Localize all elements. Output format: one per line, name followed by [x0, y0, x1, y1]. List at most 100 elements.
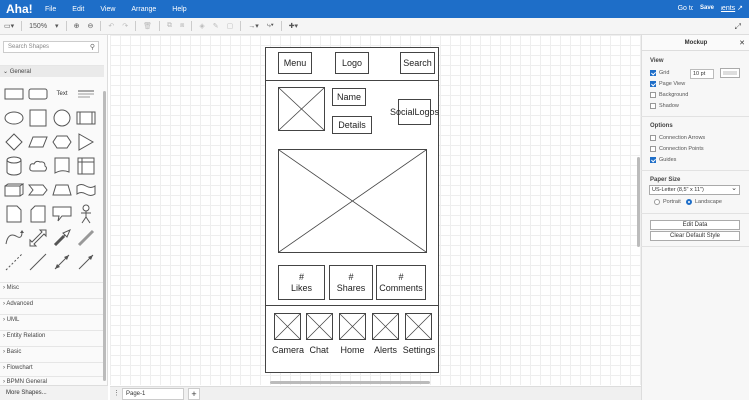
zoom-level[interactable]: 150%	[25, 23, 51, 30]
home-nav-icon[interactable]	[339, 313, 366, 340]
delete-icon[interactable]: 🗑	[139, 22, 156, 30]
section-entity-relation[interactable]: › Entity Relation	[0, 330, 104, 342]
step-shape[interactable]	[27, 179, 49, 201]
curved-arrow-shape[interactable]	[3, 227, 25, 249]
rectangle-shape[interactable]	[3, 83, 25, 105]
mockup-comments-box[interactable]: # Comments	[376, 265, 426, 300]
fullscreen-icon[interactable]: ⤢	[735, 22, 741, 32]
panel-scrollbar[interactable]	[637, 157, 640, 247]
search-icon[interactable]: ⚲	[90, 43, 95, 51]
phone-mockup[interactable]: Menu Logo Search Name Details Social Log…	[265, 47, 439, 373]
menu-edit[interactable]: Edit	[72, 6, 84, 13]
page-menu-icon[interactable]: ⋮	[113, 389, 120, 397]
shadow-checkbox[interactable]	[650, 103, 656, 109]
textbox-shape[interactable]	[75, 83, 97, 105]
card-shape[interactable]	[27, 203, 49, 225]
dashed-line-shape[interactable]	[3, 251, 25, 273]
edit-data-button[interactable]: Edit Data	[650, 220, 740, 230]
page-view-toggle-icon[interactable]: ▭▾	[0, 22, 18, 30]
section-basic[interactable]: › Basic	[0, 346, 104, 358]
callout-shape[interactable]	[51, 203, 73, 225]
page-view-checkbox[interactable]	[650, 81, 656, 87]
mockup-name-field[interactable]: Name	[332, 88, 366, 106]
actor-shape[interactable]	[75, 203, 97, 225]
guides-option[interactable]: Guides	[650, 157, 676, 163]
mockup-search-button[interactable]: Search	[400, 52, 435, 74]
square-shape[interactable]	[27, 107, 49, 129]
section-misc[interactable]: › Misc	[0, 282, 104, 294]
menu-file[interactable]: File	[45, 6, 56, 13]
section-general[interactable]: ⌄ General	[0, 65, 104, 77]
insert-icon[interactable]: ✚▾	[285, 22, 302, 30]
tape-shape[interactable]	[75, 179, 97, 201]
canvas-horizontal-scrollbar[interactable]	[270, 381, 430, 384]
menu-view[interactable]: View	[100, 6, 115, 13]
search-shapes-input[interactable]: Search Shapes ⚲	[3, 41, 99, 53]
mockup-menu-button[interactable]: Menu	[278, 52, 312, 74]
close-icon[interactable]: ✕	[739, 39, 745, 47]
double-arrow-line-shape[interactable]	[51, 251, 73, 273]
note-shape[interactable]	[3, 203, 25, 225]
section-uml[interactable]: › UML	[0, 314, 104, 326]
mockup-logo-box[interactable]: Logo	[335, 52, 369, 74]
background-option[interactable]: Background	[650, 92, 688, 98]
mockup-details-field[interactable]: Details	[332, 116, 372, 134]
clear-default-style-button[interactable]: Clear Default Style	[650, 231, 740, 241]
camera-nav-icon[interactable]	[274, 313, 301, 340]
waypoint-style-icon[interactable]: ⤷▾	[263, 22, 278, 30]
undo-icon[interactable]: ↶	[104, 22, 118, 30]
grid-color-swatch[interactable]	[720, 68, 740, 78]
page-tab-1[interactable]: Page-1	[122, 388, 184, 400]
fill-color-icon[interactable]: ◈	[195, 22, 208, 30]
add-page-button[interactable]: +	[188, 388, 200, 400]
connection-arrows-checkbox[interactable]	[650, 135, 656, 141]
mockup-likes-box[interactable]: # Likes	[278, 265, 325, 300]
to-back-icon[interactable]: ⧈	[176, 22, 188, 30]
mockup-shares-box[interactable]: # Shares	[329, 265, 373, 300]
grid-checkbox[interactable]	[650, 70, 656, 76]
hexagon-shape[interactable]	[51, 131, 73, 153]
menu-arrange[interactable]: Arrange	[131, 6, 156, 13]
sidebar-scrollbar[interactable]	[103, 91, 106, 381]
mockup-social-logos[interactable]: Social Logos	[390, 99, 439, 125]
shadow-option[interactable]: Shadow	[650, 103, 679, 109]
arrow-line-shape[interactable]	[75, 251, 97, 273]
line-color-icon[interactable]: ✎	[209, 22, 223, 30]
settings-nav-icon[interactable]	[405, 313, 432, 340]
document-shape[interactable]	[51, 155, 73, 177]
thick-line-shape[interactable]	[75, 227, 97, 249]
block-arrow-shape[interactable]	[51, 227, 73, 249]
section-advanced[interactable]: › Advanced	[0, 298, 104, 310]
shadow-icon[interactable]: ▢	[223, 22, 238, 30]
save-button[interactable]: Save	[692, 3, 721, 13]
text-shape[interactable]: Text	[51, 83, 73, 105]
paper-size-select[interactable]: US-Letter (8,5" x 11")	[649, 184, 740, 195]
bidirectional-arrow-shape[interactable]	[27, 227, 49, 249]
connection-points-checkbox[interactable]	[650, 146, 656, 152]
zoom-in-icon[interactable]: ⊕	[70, 22, 84, 30]
section-flowchart[interactable]: › Flowchart	[0, 362, 104, 374]
trapezoid-shape[interactable]	[51, 179, 73, 201]
redo-icon[interactable]: ↷	[118, 22, 132, 30]
cloud-shape[interactable]	[27, 155, 49, 177]
chat-nav-icon[interactable]	[306, 313, 333, 340]
menu-help[interactable]: Help	[172, 6, 186, 13]
triangle-shape[interactable]	[75, 131, 97, 153]
zoom-dropdown-icon[interactable]: ▾	[51, 22, 63, 30]
page-view-option[interactable]: Page View	[650, 81, 685, 87]
to-front-icon[interactable]: ⧉	[163, 22, 176, 30]
line-shape[interactable]	[27, 251, 49, 273]
ellipse-shape[interactable]	[3, 107, 25, 129]
zoom-out-icon[interactable]: ⊖	[83, 22, 97, 30]
cylinder-shape[interactable]	[3, 155, 25, 177]
main-placeholder-image[interactable]	[278, 149, 427, 253]
alerts-nav-icon[interactable]	[372, 313, 399, 340]
section-bpmn-general[interactable]: › BPMN General	[0, 376, 104, 385]
connection-points-option[interactable]: Connection Points	[650, 146, 704, 152]
connection-style-icon[interactable]: →▾	[244, 22, 263, 30]
cube-shape[interactable]	[3, 179, 25, 201]
background-checkbox[interactable]	[650, 92, 656, 98]
portrait-option[interactable]: Portrait	[654, 199, 681, 205]
avatar-placeholder-image[interactable]	[278, 87, 325, 131]
guides-checkbox[interactable]	[650, 157, 656, 163]
